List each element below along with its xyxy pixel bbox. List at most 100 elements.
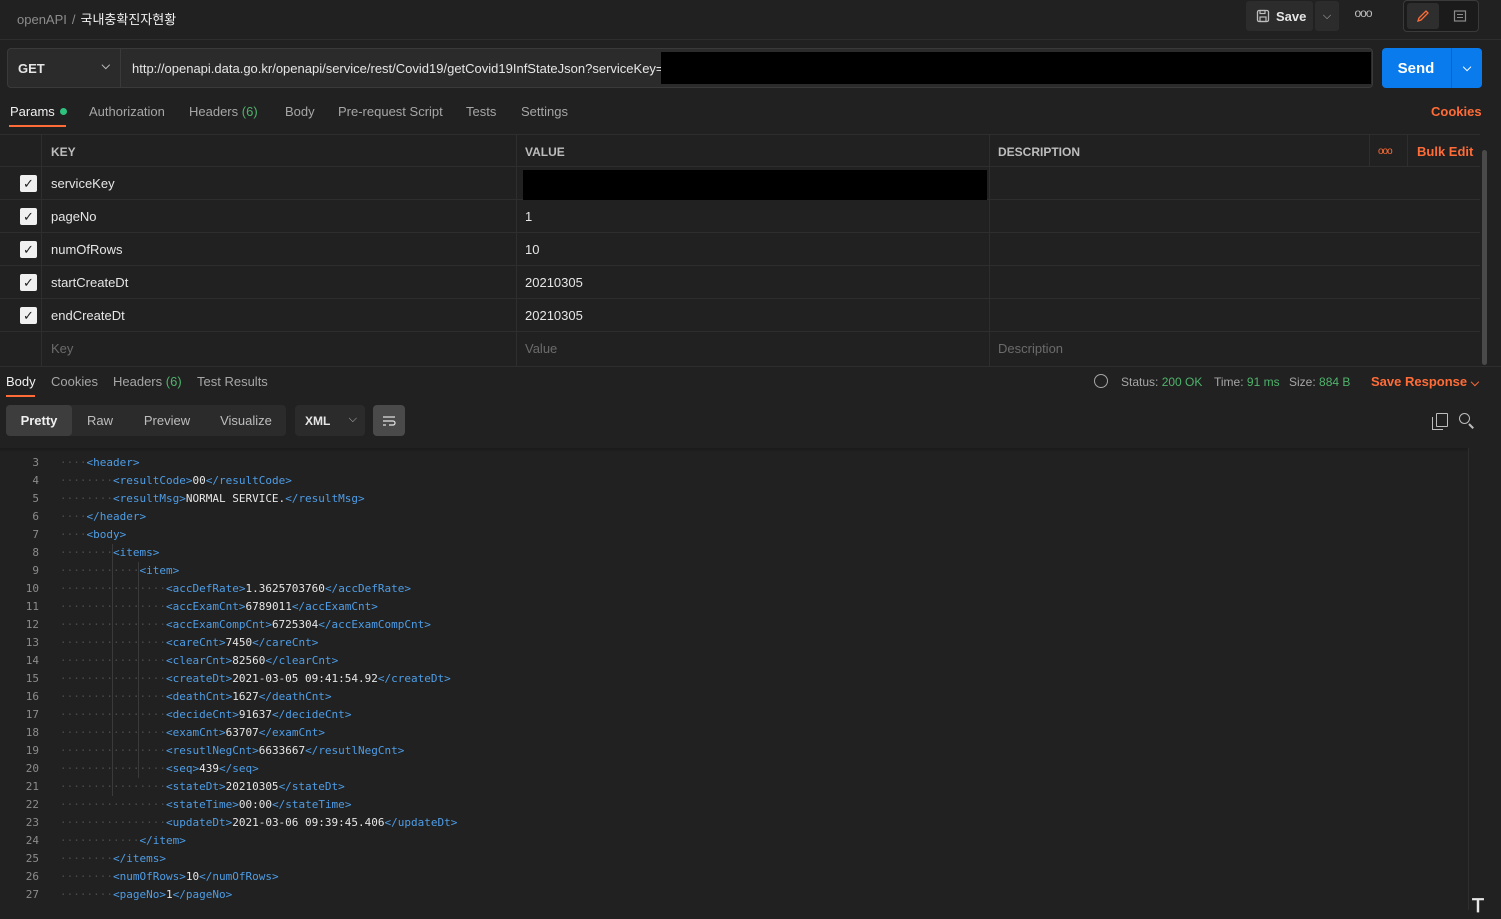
cookies-link[interactable]: Cookies [1431, 104, 1482, 119]
param-row-empty: Key Value Description [0, 332, 1480, 365]
xml-value: NORMAL SERVICE. [185, 492, 286, 505]
tab-preview[interactable]: Preview [128, 405, 206, 436]
code-line: 22 ················<stateTime>00:00</stat… [0, 796, 1468, 814]
save-label: Save [1276, 8, 1307, 24]
tab-raw[interactable]: Raw [76, 405, 124, 436]
column-divider [41, 134, 42, 366]
scrollbar[interactable] [1468, 448, 1469, 910]
send-dropdown-button[interactable]: ⌵ [1452, 48, 1482, 88]
column-header-key: KEY [51, 144, 76, 159]
table-more-button[interactable]: ooo [1378, 135, 1393, 168]
param-value[interactable]: 20210305 [525, 266, 583, 299]
code-line: 26 ········<numOfRows>10</numOfRows> [0, 868, 1468, 886]
xml-tag: header [93, 456, 133, 469]
xml-tag: accExamCnt [172, 600, 239, 613]
globe-icon[interactable] [1094, 374, 1108, 388]
breadcrumb: openAPI / 국내충확진자현황 [17, 9, 176, 28]
tab-visualize[interactable]: Visualize [210, 405, 282, 436]
tab-test-results[interactable]: Test Results [197, 374, 268, 389]
param-value[interactable]: 1 [525, 200, 532, 233]
save-dropdown-button[interactable]: ⌵ [1315, 1, 1339, 31]
param-key[interactable]: serviceKey [51, 167, 115, 200]
param-key[interactable]: endCreateDt [51, 299, 125, 332]
xml-tag: numOfRows [119, 870, 180, 883]
param-row: ✓ numOfRows 10 [0, 233, 1480, 266]
breadcrumb-root[interactable]: openAPI [17, 12, 67, 27]
new-description-input[interactable]: Description [998, 332, 1063, 365]
scrollbar[interactable] [1482, 150, 1487, 365]
code-line: 16 ················<deathCnt>1627</deathC… [0, 688, 1468, 706]
line-number: 10 [25, 582, 39, 595]
search-icon[interactable] [1459, 413, 1470, 424]
tab-authorization[interactable]: Authorization [89, 104, 165, 119]
code-line: 6 ····</header> [0, 508, 1468, 526]
method-select[interactable]: GET ⌵ [7, 48, 121, 88]
tab-body[interactable]: Body [285, 104, 315, 119]
send-button[interactable]: Send ⌵ [1382, 48, 1482, 88]
response-body-editor[interactable]: 3 ····<header> 4 ········<resultCode>00</re… [0, 448, 1468, 910]
line-number: 16 [25, 690, 39, 703]
param-key[interactable]: startCreateDt [51, 266, 128, 299]
xml-value: 6633667 [258, 744, 306, 757]
status-value: 200 OK [1161, 375, 1203, 389]
xml-value: 10 [185, 870, 200, 883]
xml-value: 2021-03-06 09:39:45.406 [232, 816, 385, 829]
new-key-input[interactable]: Key [51, 332, 73, 365]
param-key[interactable]: pageNo [51, 200, 97, 233]
tab-response-headers[interactable]: Headers (6) [113, 374, 182, 389]
xml-tag: resultCode [218, 474, 286, 487]
xml-tag: deathCnt [172, 690, 226, 703]
xml-tag: decideCnt [285, 708, 345, 721]
param-value[interactable]: 10 [525, 233, 539, 266]
code-text: ····</header> [60, 510, 147, 523]
checkbox-checked-icon[interactable]: ✓ [20, 208, 37, 225]
tab-pretty[interactable]: Pretty [6, 405, 72, 436]
param-row: ✓ pageNo 1 [0, 200, 1480, 233]
tab-tests[interactable]: Tests [466, 104, 496, 119]
code-line: 13 ················<careCnt>7450</careCnt… [0, 634, 1468, 652]
xml-tag: item [152, 834, 180, 847]
chevron-down-icon: ⌵ [348, 413, 357, 425]
line-number: 19 [25, 744, 39, 757]
tab-prerequest-script[interactable]: Pre-request Script [338, 104, 443, 119]
status-dot-icon [59, 108, 67, 115]
checkbox-checked-icon[interactable]: ✓ [20, 274, 37, 291]
code-text: ················<accExamCompCnt>6725304<… [60, 618, 431, 631]
language-select[interactable]: XML ⌵ [295, 405, 365, 436]
checkbox-checked-icon[interactable]: ✓ [20, 175, 37, 192]
copy-icon[interactable] [1432, 413, 1448, 430]
tab-settings[interactable]: Settings [521, 104, 568, 119]
tab-response-cookies[interactable]: Cookies [51, 374, 98, 389]
save-button[interactable]: Save [1246, 1, 1313, 31]
wrap-lines-icon[interactable] [373, 405, 405, 436]
checkbox-checked-icon[interactable]: ✓ [20, 241, 37, 258]
code-text: ················<clearCnt>82560</clearCn… [60, 654, 339, 667]
language-label: XML [305, 413, 331, 428]
param-value[interactable]: 20210305 [525, 299, 583, 332]
line-number: 13 [25, 636, 39, 649]
code-line: 3 ····<header> [0, 454, 1468, 472]
size-label: Size: [1289, 375, 1316, 389]
request-title[interactable]: 국내충확진자현황 [81, 12, 177, 27]
checkbox-checked-icon[interactable]: ✓ [20, 307, 37, 324]
redacted-block [523, 170, 987, 200]
save-response-button[interactable]: Save Response ⌵ [1371, 374, 1479, 390]
params-header-row: KEY VALUE DESCRIPTION ooo Bulk Edit [0, 134, 1480, 167]
xml-tag: careCnt [265, 636, 312, 649]
code-line: 15 ················<createDt>2021-03-05 0… [0, 670, 1468, 688]
documentation-icon[interactable] [1444, 3, 1476, 29]
xml-tag: clearCnt [172, 654, 226, 667]
code-line: 23 ················<updateDt>2021-03-06 0… [0, 814, 1468, 832]
more-options-button[interactable]: ooo [1350, 6, 1376, 26]
tab-headers[interactable]: Headers (6) [189, 104, 258, 119]
tab-params[interactable]: Params [10, 104, 67, 119]
tab-response-body[interactable]: Body [6, 374, 36, 389]
line-number: 14 [25, 654, 39, 667]
new-value-input[interactable]: Value [525, 332, 557, 365]
param-key[interactable]: numOfRows [51, 233, 123, 266]
time-label: Time: [1214, 375, 1244, 389]
bulk-edit-button[interactable]: Bulk Edit [1417, 135, 1473, 168]
code-line: 11 ················<accExamCnt>6789011</a… [0, 598, 1468, 616]
param-row: ✓ endCreateDt 20210305 [0, 299, 1480, 332]
pencil-icon[interactable] [1407, 3, 1439, 29]
